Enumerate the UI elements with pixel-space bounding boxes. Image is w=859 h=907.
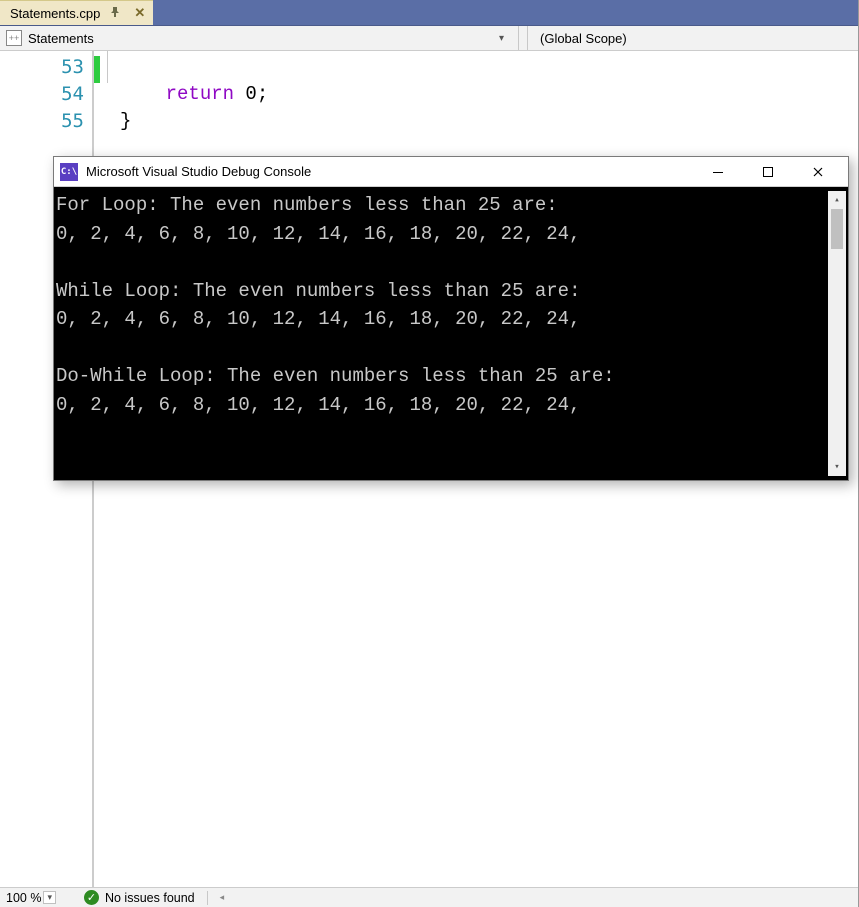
scroll-thumb[interactable]	[831, 209, 843, 249]
file-tab[interactable]: Statements.cpp ✕	[0, 0, 153, 25]
close-icon[interactable]: ✕	[130, 5, 149, 21]
zoom-level[interactable]: 100 % ▾	[6, 891, 56, 905]
debug-console-window: C:\ Microsoft Visual Studio Debug Consol…	[53, 156, 849, 481]
class-selector[interactable]: ++ Statements ▾	[0, 26, 510, 50]
console-title-text: Microsoft Visual Studio Debug Console	[86, 164, 311, 179]
keyword-return: return	[166, 83, 234, 105]
console-titlebar[interactable]: C:\ Microsoft Visual Studio Debug Consol…	[54, 157, 848, 187]
tab-filename: Statements.cpp	[10, 6, 100, 21]
scope-selector[interactable]: (Global Scope)	[527, 26, 858, 50]
pin-icon[interactable]	[108, 7, 122, 20]
console-scrollbar[interactable]: ▴ ▾	[828, 191, 846, 476]
scroll-up-icon[interactable]: ▴	[828, 191, 846, 209]
line-number: 54	[0, 83, 92, 110]
status-separator	[207, 891, 208, 905]
chevron-left-icon[interactable]: ◂	[220, 892, 225, 903]
zoom-text: 100 %	[6, 891, 41, 905]
dropdown-icon[interactable]: ▾	[499, 33, 510, 44]
scroll-down-icon[interactable]: ▾	[828, 458, 846, 476]
close-button[interactable]	[804, 166, 832, 178]
fold-guide-line	[107, 51, 108, 83]
line-number: 55	[0, 110, 92, 137]
console-output[interactable]: For Loop: The even numbers less than 25 …	[56, 191, 828, 476]
tab-strip: Statements.cpp ✕	[0, 0, 858, 26]
code-line	[120, 56, 858, 83]
navigation-bar: ++ Statements ▾ (Global Scope)	[0, 26, 858, 51]
check-icon: ✓	[84, 890, 99, 905]
console-app-icon: C:\	[60, 163, 78, 181]
console-body: For Loop: The even numbers less than 25 …	[54, 187, 848, 480]
status-bar: 100 % ▾ ✓ No issues found ◂	[0, 887, 858, 907]
line-number: 53	[0, 56, 92, 83]
code-line: }	[120, 110, 858, 137]
nav-separator	[518, 26, 519, 50]
maximize-button[interactable]	[754, 166, 782, 178]
minimize-button[interactable]	[704, 166, 732, 178]
zoom-dropdown-icon[interactable]: ▾	[43, 891, 56, 904]
window-controls	[704, 166, 842, 178]
cpp-file-icon: ++	[6, 30, 22, 46]
scope-label: (Global Scope)	[540, 31, 627, 46]
class-name: Statements	[28, 31, 94, 46]
code-line: return 0;	[120, 83, 858, 110]
issues-text: No issues found	[105, 891, 195, 905]
